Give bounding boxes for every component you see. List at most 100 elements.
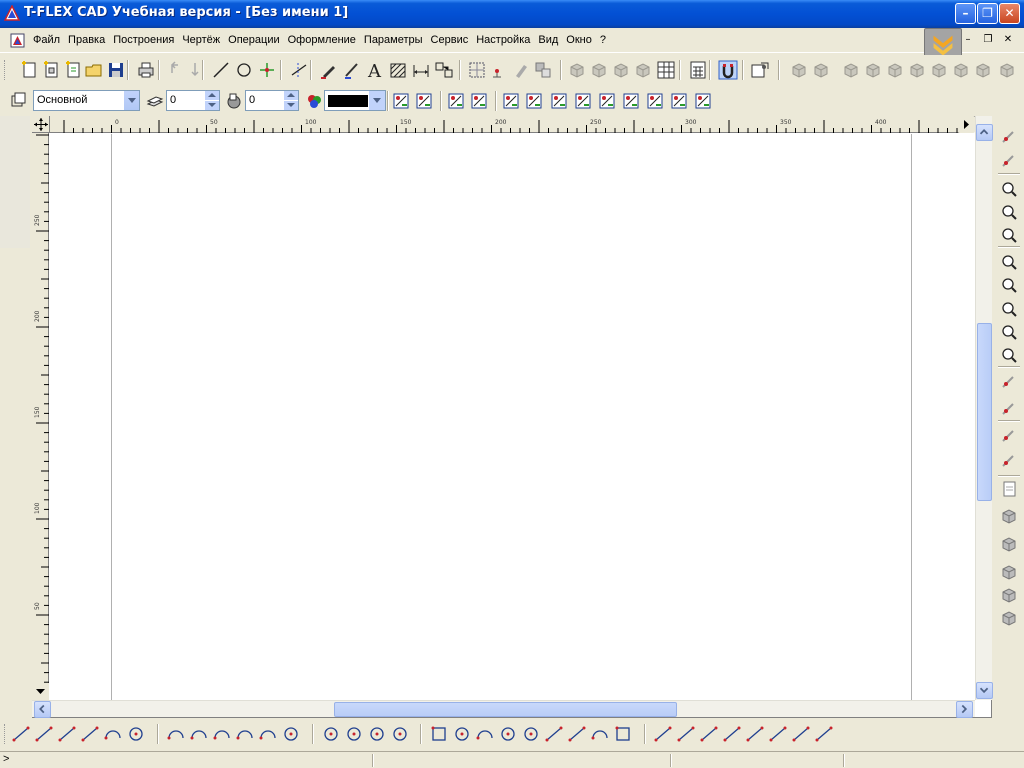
base-icon[interactable]: [744, 723, 766, 745]
vertical-scrollbar[interactable]: [975, 116, 993, 700]
snap-misc-icon[interactable]: [692, 90, 714, 112]
document-icon[interactable]: [10, 33, 25, 48]
curve-icon[interactable]: [813, 723, 835, 745]
3d-copy-icon[interactable]: [997, 561, 1021, 583]
3d-box-icon[interactable]: [997, 607, 1021, 629]
snap-tolerance-icon[interactable]: [668, 90, 690, 112]
spin-up-icon[interactable]: [205, 91, 219, 100]
3d-model-icon[interactable]: [997, 584, 1021, 606]
color-select[interactable]: [324, 90, 386, 111]
tool-3d-icon-3[interactable]: [632, 59, 654, 81]
tool-3d-icon-1[interactable]: [588, 59, 610, 81]
spin-down-icon[interactable]: [284, 101, 298, 110]
ellipse-3-icon[interactable]: [520, 723, 542, 745]
close-button[interactable]: ✕: [999, 3, 1020, 24]
filter-icon[interactable]: [390, 90, 412, 112]
horizontal-ruler[interactable]: 0 50 100 150 200 250 300 350 400: [50, 116, 960, 133]
tflex-app-icon[interactable]: [3, 4, 21, 21]
menu-item-11[interactable]: ?: [596, 34, 610, 46]
ruler-scroll-down-icon[interactable]: [32, 683, 49, 700]
dim-icon[interactable]: [721, 723, 743, 745]
shape-icon[interactable]: [612, 723, 634, 745]
arc-5-icon[interactable]: [257, 723, 279, 745]
check-icon[interactable]: [997, 150, 1021, 172]
tool-3d-icon-13[interactable]: [996, 59, 1018, 81]
dimension-icon[interactable]: [410, 59, 432, 81]
horizontal-scrollbar[interactable]: [32, 700, 975, 718]
menu-item-5[interactable]: Оформление: [284, 34, 360, 46]
menu-item-3[interactable]: Чертёж: [178, 34, 224, 46]
rotate-icon[interactable]: [997, 371, 1021, 393]
pick-icon[interactable]: [997, 450, 1021, 472]
tool-3d-icon-4[interactable]: [788, 59, 810, 81]
tool-3d-icon-6[interactable]: [840, 59, 862, 81]
menu-item-8[interactable]: Настройка: [472, 34, 534, 46]
save-icon[interactable]: [105, 59, 127, 81]
scroll-left-button[interactable]: [34, 701, 51, 718]
minimize-button[interactable]: –: [955, 3, 976, 24]
arc-tangent-icon[interactable]: [102, 723, 124, 745]
snap-node-icon[interactable]: [500, 90, 522, 112]
ellipse-2-icon[interactable]: [497, 723, 519, 745]
node-tool-icon[interactable]: [652, 723, 674, 745]
tool-3d-icon-7[interactable]: [862, 59, 884, 81]
zoom-1to1-icon[interactable]: [997, 298, 1021, 320]
tool-3d-icon-10[interactable]: [928, 59, 950, 81]
circle-tool-icon[interactable]: [343, 723, 365, 745]
level-stepper[interactable]: 0: [166, 90, 220, 111]
select-icon[interactable]: [445, 90, 467, 112]
options-icon[interactable]: [749, 59, 771, 81]
menu-item-9[interactable]: Вид: [534, 34, 562, 46]
menu-item-2[interactable]: Построения: [109, 34, 178, 46]
copy-icon[interactable]: [532, 59, 554, 81]
color-palette-icon[interactable]: [303, 90, 325, 112]
zoom-select-icon[interactable]: [997, 344, 1021, 366]
menu-item-0[interactable]: Файл: [29, 34, 64, 46]
edit-elements-icon[interactable]: [997, 126, 1021, 148]
new-doc-icon[interactable]: [18, 59, 40, 81]
circle-tangent-icon[interactable]: [125, 723, 147, 745]
chevron-down-icon[interactable]: [369, 91, 385, 110]
menu-item-10[interactable]: Окно: [562, 34, 596, 46]
scroll-down-button[interactable]: [976, 682, 993, 699]
zoom-all-icon[interactable]: [997, 224, 1021, 246]
zoom-window-icon[interactable]: [997, 201, 1021, 223]
polygon-icon[interactable]: [566, 723, 588, 745]
snap-icon[interactable]: [489, 59, 511, 81]
menu-item-6[interactable]: Параметры: [360, 34, 427, 46]
tool-3d-icon-0[interactable]: [566, 59, 588, 81]
tool-3d-icon-12[interactable]: [972, 59, 994, 81]
drawing-canvas[interactable]: [50, 134, 975, 700]
node-icon[interactable]: [256, 59, 278, 81]
new-doc-template-icon[interactable]: [62, 59, 84, 81]
zoom-out-icon[interactable]: [997, 321, 1021, 343]
priority-stepper[interactable]: 0: [245, 90, 299, 111]
variables-icon[interactable]: [655, 59, 677, 81]
spline-icon[interactable]: [543, 723, 565, 745]
trim-icon[interactable]: [288, 59, 310, 81]
new-doc-3d-icon[interactable]: [40, 59, 62, 81]
snap-line-icon[interactable]: [523, 90, 545, 112]
bend-icon[interactable]: [675, 723, 697, 745]
graphic-line-icon[interactable]: [341, 59, 363, 81]
open-icon[interactable]: [83, 59, 105, 81]
tool-3d-icon-11[interactable]: [950, 59, 972, 81]
zoom-in-icon[interactable]: [997, 178, 1021, 200]
vertical-scroll-thumb[interactable]: [977, 323, 992, 501]
circle-2-icon[interactable]: [389, 723, 411, 745]
deselect-icon[interactable]: [468, 90, 490, 112]
circle-icon[interactable]: [233, 59, 255, 81]
text-icon[interactable]: A: [364, 59, 386, 81]
snap-graphic-icon[interactable]: [548, 90, 570, 112]
zoom-icon[interactable]: [997, 251, 1021, 273]
zoom-prev-icon[interactable]: [997, 274, 1021, 296]
view-icon[interactable]: [466, 59, 488, 81]
menu-item-1[interactable]: Правка: [64, 34, 109, 46]
mdi-minimize-button[interactable]: –: [960, 33, 976, 47]
circles-icon[interactable]: [280, 723, 302, 745]
magnet-icon[interactable]: [717, 59, 739, 81]
layer-select[interactable]: Основной: [33, 90, 140, 111]
angle-line-icon[interactable]: [56, 723, 78, 745]
arc-2-icon[interactable]: [188, 723, 210, 745]
snap-text-icon[interactable]: [620, 90, 642, 112]
